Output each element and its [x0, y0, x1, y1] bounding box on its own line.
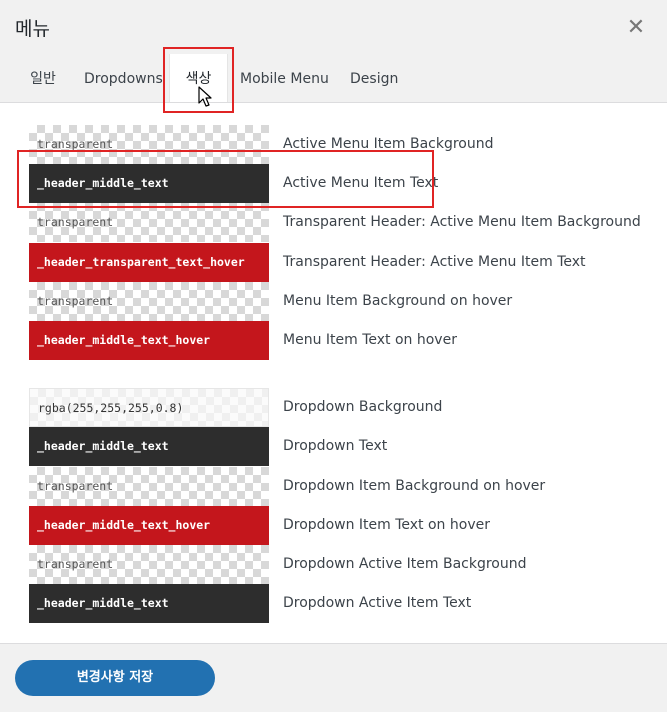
- setting-row: _header_middle_text Dropdown Text: [29, 427, 649, 466]
- setting-row: transparent Transparent Header: Active M…: [29, 203, 649, 242]
- setting-label: Dropdown Active Item Text: [283, 595, 472, 611]
- setting-row: _header_middle_text_hover Menu Item Text…: [29, 321, 649, 360]
- color-swatch[interactable]: transparent: [29, 467, 269, 506]
- setting-row: transparent Dropdown Item Background on …: [29, 467, 649, 506]
- setting-label: Dropdown Item Text on hover: [283, 517, 490, 533]
- setting-row: transparent Dropdown Active Item Backgro…: [29, 545, 649, 584]
- modal-header: 메뉴 ✕ 일반 Dropdowns 색상 Mobile Menu Design: [0, 0, 667, 103]
- colors-panel: transparent Active Menu Item Background …: [0, 102, 667, 644]
- tab-dropdowns[interactable]: Dropdowns: [84, 54, 163, 102]
- setting-label: Dropdown Active Item Background: [283, 556, 527, 572]
- tab-design[interactable]: Design: [350, 54, 398, 102]
- save-changes-button[interactable]: 변경사항 저장: [15, 660, 215, 696]
- setting-row: _header_middle_text Active Menu Item Tex…: [29, 164, 649, 203]
- color-swatch[interactable]: transparent: [29, 125, 269, 164]
- setting-label: Transparent Header: Active Menu Item Bac…: [283, 214, 641, 230]
- color-swatch[interactable]: _header_middle_text_hover: [29, 506, 269, 545]
- setting-row: _header_middle_text Dropdown Active Item…: [29, 584, 649, 623]
- setting-label: Active Menu Item Background: [283, 136, 494, 152]
- color-swatch[interactable]: _header_middle_text: [29, 584, 269, 623]
- setting-label: Dropdown Item Background on hover: [283, 478, 546, 494]
- tab-mobile-menu[interactable]: Mobile Menu: [240, 54, 329, 102]
- setting-label: Transparent Header: Active Menu Item Tex…: [283, 254, 586, 270]
- color-swatch[interactable]: transparent: [29, 282, 269, 321]
- setting-row: _header_middle_text_hover Dropdown Item …: [29, 506, 649, 545]
- setting-row: _header_transparent_text_hover Transpare…: [29, 243, 649, 282]
- color-swatch[interactable]: _header_middle_text_hover: [29, 321, 269, 360]
- color-swatch[interactable]: _header_middle_text: [29, 164, 269, 203]
- tab-general[interactable]: 일반: [28, 54, 58, 102]
- setting-label: Menu Item Text on hover: [283, 332, 457, 348]
- color-swatch[interactable]: transparent: [29, 203, 269, 242]
- color-swatch[interactable]: _header_transparent_text_hover: [29, 243, 269, 282]
- modal-title: 메뉴: [15, 18, 50, 40]
- tab-bar: 일반 Dropdowns 색상 Mobile Menu Design: [0, 54, 667, 103]
- color-swatch[interactable]: transparent: [29, 545, 269, 584]
- setting-row: rgba(255,255,255,0.8) Dropdown Backgroun…: [29, 388, 649, 427]
- setting-row: transparent Menu Item Background on hove…: [29, 282, 649, 321]
- setting-label: Dropdown Text: [283, 438, 388, 454]
- setting-label: Menu Item Background on hover: [283, 293, 513, 309]
- tab-colors[interactable]: 색상: [169, 54, 228, 103]
- color-swatch[interactable]: rgba(255,255,255,0.8): [29, 388, 269, 427]
- color-swatch[interactable]: _header_middle_text: [29, 427, 269, 466]
- setting-row: transparent Active Menu Item Background: [29, 125, 649, 164]
- setting-label: Dropdown Background: [283, 399, 443, 415]
- modal-footer: 변경사항 저장: [0, 644, 667, 712]
- setting-label: Active Menu Item Text: [283, 175, 439, 191]
- close-icon[interactable]: ✕: [624, 16, 648, 40]
